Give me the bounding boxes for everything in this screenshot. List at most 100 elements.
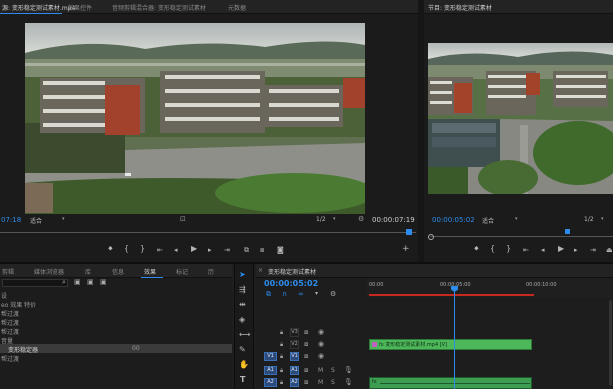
lock-icon[interactable]: 🔒︎: [280, 353, 283, 361]
mark-in-icon[interactable]: {: [124, 245, 129, 253]
source-timecode-left[interactable]: 07:18: [1, 216, 21, 224]
tab-markers[interactable]: 标记: [176, 267, 188, 276]
ripple-edit-tool-icon[interactable]: ⇹: [239, 301, 246, 309]
eye-icon[interactable]: ◉: [318, 328, 324, 336]
hand-tool-icon[interactable]: ✋: [239, 361, 249, 369]
source-resolution-chevron-icon[interactable]: ▾: [333, 216, 336, 222]
program-in-handle[interactable]: [428, 234, 434, 240]
solo-icon[interactable]: S: [331, 379, 335, 386]
list-item[interactable]: 音量: [0, 335, 232, 345]
solo-icon[interactable]: S: [331, 367, 335, 374]
track-name-a1[interactable]: A1: [290, 366, 299, 375]
mute-icon[interactable]: M: [318, 367, 323, 374]
program-go-to-out-icon[interactable]: ⇥: [590, 246, 596, 254]
timeline-vertical-scrollbar[interactable]: [609, 300, 612, 386]
eye-icon[interactable]: ◉: [318, 352, 324, 360]
add-marker-icon[interactable]: ▾: [315, 290, 318, 297]
program-lift-icon[interactable]: ⏏: [606, 246, 613, 254]
source-patch-a2[interactable]: A2: [264, 378, 277, 387]
source-add-button-icon[interactable]: +: [402, 245, 410, 254]
source-resolution-select[interactable]: 1/2: [316, 216, 326, 223]
list-item[interactable]: 帮过渡: [0, 308, 232, 318]
go-to-in-icon[interactable]: ⇤: [157, 246, 163, 254]
sync-lock-icon[interactable]: ⧇: [304, 366, 308, 375]
list-item-selected[interactable]: 变形稳定器 00: [0, 344, 232, 354]
track-name-v3[interactable]: V3: [290, 328, 299, 337]
insert-icon[interactable]: ⧉: [244, 246, 249, 254]
program-step-forward-icon[interactable]: ▸: [574, 246, 578, 254]
export-frame-icon[interactable]: ◙: [277, 246, 284, 254]
eye-icon[interactable]: ◉: [318, 340, 324, 348]
program-marker-icon[interactable]: ⯁: [474, 246, 479, 254]
overwrite-icon[interactable]: ⧈: [260, 246, 264, 254]
source-fit-select[interactable]: 适合: [30, 216, 42, 225]
source-playhead[interactable]: [406, 229, 412, 235]
sync-lock-icon[interactable]: ⧇: [304, 352, 308, 361]
work-area-bar[interactable]: [369, 294, 534, 296]
source-scrubber[interactable]: [0, 229, 416, 235]
effects-search-input[interactable]: [2, 279, 68, 287]
play-icon[interactable]: ▶: [191, 245, 197, 253]
snap-icon[interactable]: ∩: [282, 290, 287, 298]
go-to-out-icon[interactable]: ⇥: [224, 246, 230, 254]
sync-lock-icon[interactable]: ⧇: [304, 328, 308, 337]
program-resolution-select[interactable]: 1/2: [584, 216, 594, 223]
program-timecode[interactable]: 00:00:05:02: [432, 216, 475, 224]
program-title[interactable]: 节目: 变形稳定测试素材: [428, 3, 492, 12]
track-name-v1[interactable]: V1: [290, 352, 299, 361]
program-mark-in-icon[interactable]: {: [490, 245, 495, 253]
32bit-effects-icon[interactable]: ▣: [87, 278, 94, 286]
sync-lock-icon[interactable]: ⧇: [304, 378, 308, 387]
track-name-a2[interactable]: A2: [290, 378, 299, 387]
timeline-ruler[interactable]: 00:00 00:00:05:00 00:00:10:00: [366, 278, 613, 298]
linked-selection-icon[interactable]: ∞: [298, 290, 304, 298]
program-step-back-icon[interactable]: ◂: [541, 246, 545, 254]
list-item[interactable]: eo 效果 特价: [0, 299, 232, 309]
timeline-sequence-tab[interactable]: 变形稳定测试素材: [268, 267, 316, 276]
tab-clips[interactable]: 剪辑: [2, 267, 14, 276]
source-wrench-icon[interactable]: ⚙: [358, 215, 364, 223]
tab-history[interactable]: 历: [208, 267, 214, 276]
program-scrubber[interactable]: [428, 229, 613, 240]
track-name-v2[interactable]: V2: [290, 340, 299, 349]
timeline-timecode[interactable]: 00:00:05:02: [264, 279, 318, 288]
tab-info[interactable]: 信息: [112, 267, 124, 276]
slip-tool-icon[interactable]: ⟷: [239, 331, 250, 339]
nest-icon[interactable]: ⧉: [266, 290, 271, 299]
tab-effects[interactable]: 效果: [144, 267, 156, 276]
sync-lock-icon[interactable]: ⧇: [304, 340, 308, 349]
mic-icon[interactable]: 🎙︎: [344, 366, 353, 374]
tab-source[interactable]: 源: 变形稳定测试素材.mp4: [2, 3, 75, 12]
tab-audio-clip-mixer[interactable]: 音频剪辑混合器: 变形稳定测试素材: [112, 3, 206, 12]
track-select-tool-icon[interactable]: ⇶: [239, 286, 246, 294]
program-fit-chevron-icon[interactable]: ▾: [515, 216, 518, 222]
video-clip[interactable]: fx 变形稳定测试素材.mp4 [V]: [369, 339, 532, 350]
source-fit-chevron-icon[interactable]: ▾: [62, 216, 65, 222]
timeline-playhead-line[interactable]: [454, 291, 455, 389]
list-item[interactable]: 帮过渡: [0, 326, 232, 336]
lock-icon[interactable]: 🔒︎: [280, 329, 283, 337]
program-resolution-chevron-icon[interactable]: ▾: [601, 216, 604, 222]
program-mark-out-icon[interactable]: }: [506, 245, 511, 253]
pen-tool-icon[interactable]: ✎: [239, 346, 246, 354]
search-icon[interactable]: ⌕: [62, 278, 66, 287]
lock-icon[interactable]: 🔒︎: [280, 341, 283, 349]
step-forward-icon[interactable]: ▸: [208, 246, 212, 254]
program-fit-select[interactable]: 适合: [482, 216, 494, 225]
type-tool-icon[interactable]: T: [240, 376, 245, 384]
program-go-to-in-icon[interactable]: ⇤: [523, 246, 529, 254]
selection-tool-icon[interactable]: ➤: [239, 271, 246, 279]
accelerated-effects-icon[interactable]: ▣: [74, 278, 81, 286]
list-item[interactable]: 帮过渡: [0, 353, 232, 363]
program-playhead[interactable]: [565, 229, 570, 234]
tab-media-browser[interactable]: 媒体浏览器: [34, 267, 64, 276]
lock-icon[interactable]: 🔒︎: [280, 367, 283, 375]
mute-icon[interactable]: M: [318, 379, 323, 386]
timeline-close-icon[interactable]: ×: [258, 267, 263, 274]
list-item[interactable]: 设: [0, 290, 232, 300]
mark-out-icon[interactable]: }: [140, 245, 145, 253]
source-settings-icon[interactable]: ⊡: [180, 215, 186, 223]
razor-tool-icon[interactable]: ◈: [239, 316, 245, 324]
marker-icon[interactable]: ⯁: [108, 246, 113, 254]
timeline-settings-icon[interactable]: ⚙: [330, 290, 336, 298]
